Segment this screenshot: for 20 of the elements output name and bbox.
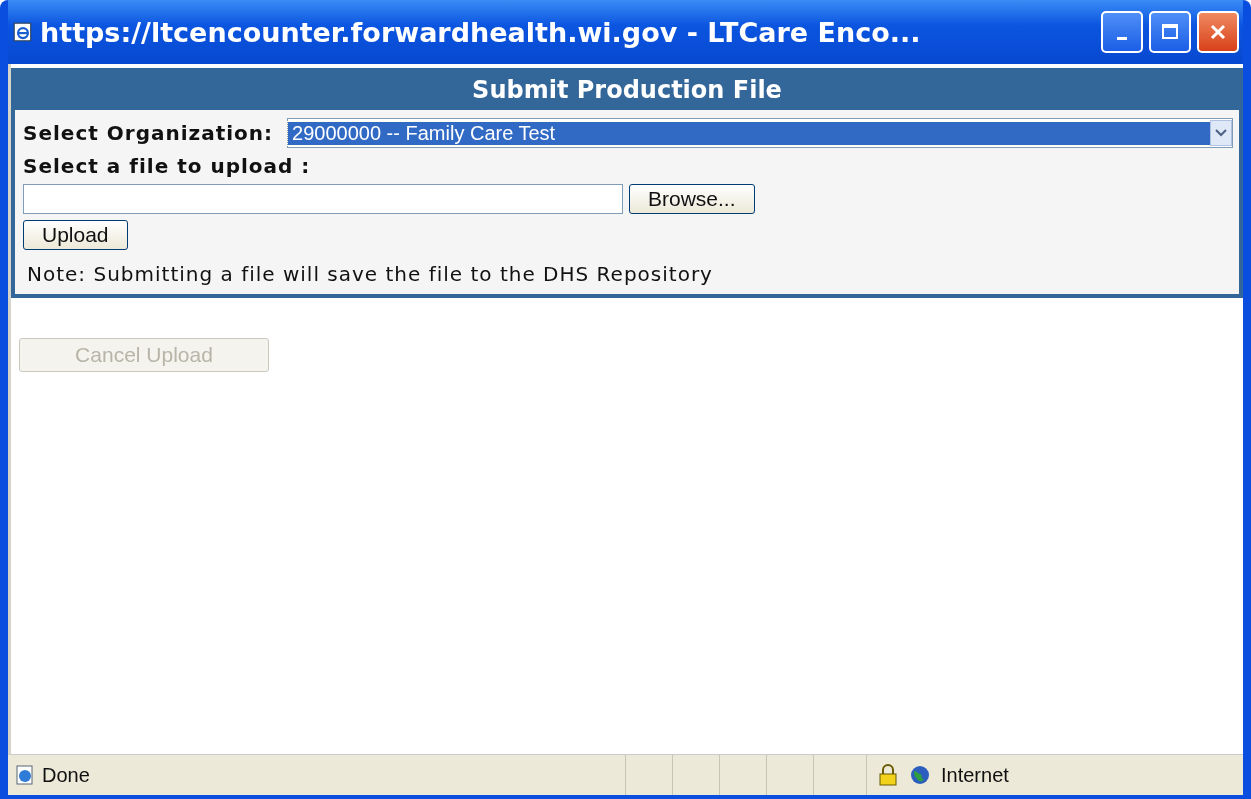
browser-page-icon — [12, 21, 34, 43]
organization-dropdown[interactable]: 29000000 -- Family Care Test — [287, 118, 1233, 148]
file-path-field[interactable] — [23, 184, 623, 214]
page-icon — [14, 764, 36, 786]
organization-label: Select Organization: — [23, 121, 274, 145]
minimize-icon — [1117, 36, 1127, 40]
maximize-icon — [1160, 22, 1180, 42]
globe-icon — [909, 764, 931, 786]
security-zone-text: Internet — [941, 763, 1009, 787]
minimize-button[interactable] — [1101, 11, 1143, 53]
close-button[interactable] — [1197, 11, 1239, 53]
close-icon — [1208, 22, 1228, 42]
window-title: https://ltcencounter.forwardhealth.wi.gov - LTCare Enco... — [40, 16, 922, 48]
panel-title: Submit Production File — [15, 72, 1239, 110]
note-text: Note: Submitting a file will save the file to the DHS Repository — [26, 261, 714, 286]
browse-button[interactable]: Browse... — [629, 184, 755, 214]
upload-button[interactable]: Upload — [23, 220, 128, 250]
maximize-button[interactable] — [1149, 11, 1191, 53]
file-upload-label: Select a file to upload : — [23, 154, 312, 178]
status-text: Done — [42, 763, 90, 787]
